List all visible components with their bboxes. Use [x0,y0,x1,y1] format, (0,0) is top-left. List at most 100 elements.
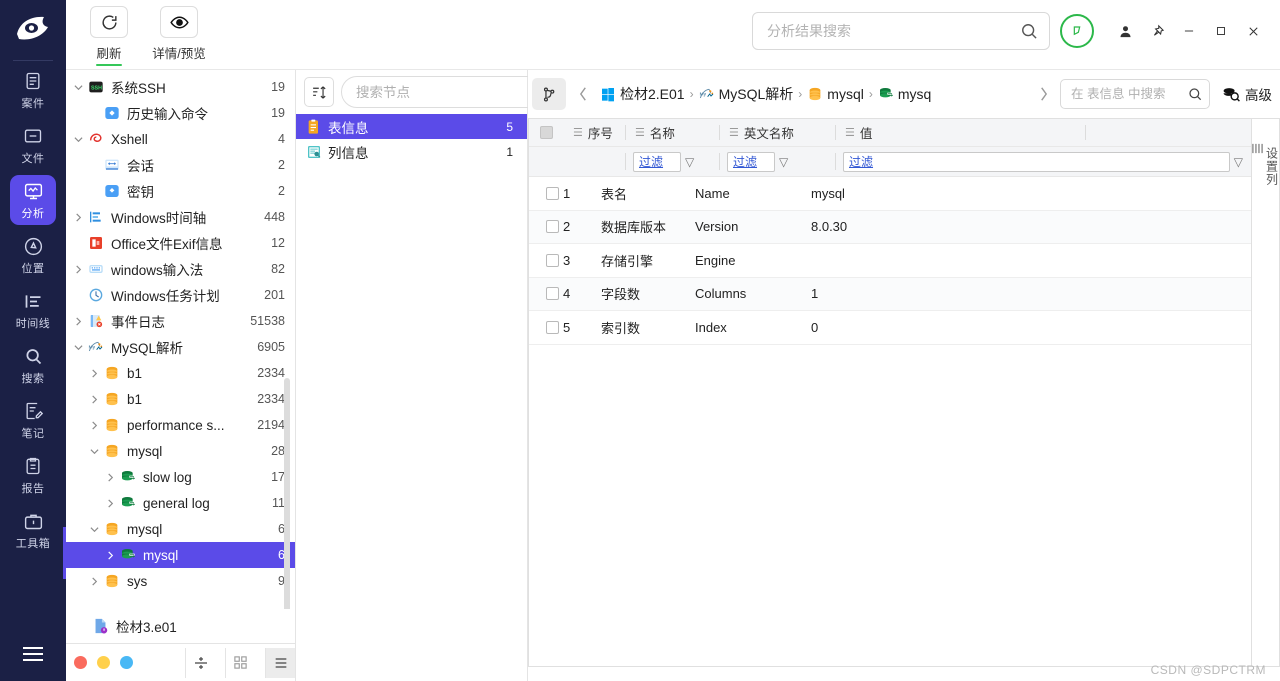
sidebar-item-search[interactable]: 搜索 [10,340,56,390]
search-icon[interactable] [1019,21,1039,41]
funnel-icon[interactable]: ▽ [685,155,694,169]
chevron-right-icon[interactable] [102,472,118,482]
breadcrumb-item[interactable]: mysql [807,86,864,102]
chevron-down-icon[interactable] [70,135,86,144]
col-index-header[interactable]: ☰ 序号 [563,119,625,146]
row-checkbox[interactable] [529,320,563,334]
table-row[interactable]: 3 存储引擎 Engine [529,244,1251,278]
chevron-right-icon[interactable] [70,264,86,274]
tree-node[interactable]: mysql 6 [66,516,295,542]
table-search-box[interactable] [1060,79,1210,109]
analysis-search-input[interactable] [767,23,1019,39]
tree-node[interactable]: b1 2334 [66,386,295,412]
chevron-right-icon[interactable] [86,420,102,430]
funnel-icon[interactable]: ▽ [779,155,788,169]
breadcrumb-item[interactable]: My MySQL解析 [699,84,793,104]
split-view-icon[interactable] [185,647,215,678]
sidebar-item-toolbox[interactable]: 工具箱 [10,505,56,555]
filter-input[interactable]: 过滤 [843,151,1230,172]
chevron-right-icon[interactable] [70,212,86,222]
close-icon[interactable] [1238,16,1268,46]
sidebar-item-notes[interactable]: 笔记 [10,395,56,445]
status-dot-red[interactable] [74,656,87,669]
sidebar-item-case[interactable]: 案件 [10,65,56,115]
bell-circle-icon[interactable] [1060,14,1094,48]
tree-node[interactable]: sys 9 [66,568,295,594]
column-settings-tab[interactable]: 设置列 [1251,118,1280,667]
filter-value-cell[interactable]: 过滤 ▽ [835,147,1251,176]
grid-view-icon[interactable] [225,647,255,678]
row-checkbox[interactable] [529,220,563,234]
tree-node[interactable]: Office文件Exif信息 12 [66,230,295,256]
tree-node[interactable]: Windows时间轴 448 [66,204,295,230]
funnel-icon[interactable]: ▽ [1234,155,1243,169]
table-row[interactable]: 1 表名 Name mysql [529,177,1251,211]
maximize-icon[interactable] [1206,16,1236,46]
tree-node[interactable]: My MySQL解析 6905 [66,334,295,360]
tree-node[interactable]: slow log 17 [66,464,295,490]
hamburger-menu-icon[interactable] [18,641,48,667]
evidence-file-item[interactable]: 检材3.e01 [66,609,295,643]
tree-node[interactable]: 会话 2 [66,152,295,178]
filter-input[interactable]: 过滤 [633,151,681,172]
sidebar-item-analysis[interactable]: 分析 [10,175,56,225]
row-checkbox[interactable] [529,253,563,267]
tree-node[interactable]: b1 2334 [66,360,295,386]
list-item[interactable]: 表信息 5 [296,114,527,139]
row-checkbox[interactable] [529,186,563,200]
table-row[interactable]: 4 字段数 Columns 1 [529,277,1251,311]
chevron-right-icon[interactable] [86,394,102,404]
filter-input[interactable]: 过滤 [727,151,775,172]
col-name-cn-header[interactable]: ☰ 名称 [625,119,719,146]
node-search-input[interactable] [356,84,533,100]
tree-node[interactable]: performance s... 2194 [66,412,295,438]
tree-scrollbar[interactable] [284,378,290,609]
branch-tree-icon[interactable] [532,78,566,110]
chevron-right-icon[interactable] [86,368,102,378]
table-row[interactable]: 2 数据库版本 Version 8.0.30 [529,210,1251,244]
tree-node[interactable]: mysql 28 [66,438,295,464]
sidebar-item-location[interactable]: 位置 [10,230,56,280]
tree-node[interactable]: 历史输入命令 19 [66,100,295,126]
chevron-down-icon[interactable] [70,343,86,352]
sort-icon[interactable] [304,77,334,107]
tree-node[interactable]: general log 11 [66,490,295,516]
status-dot-blue[interactable] [120,656,133,669]
list-view-icon[interactable] [265,647,295,678]
filter-name-cn-cell[interactable]: 过滤 ▽ [625,147,719,176]
search-icon[interactable] [1187,86,1203,102]
tree-node[interactable]: 密钥 2 [66,178,295,204]
breadcrumb-forward-button[interactable] [1030,79,1056,109]
table-search-input[interactable] [1071,87,1187,101]
user-icon[interactable] [1110,16,1140,46]
tree-node[interactable]: SSH 系统SSH 19 [66,74,295,100]
minimize-icon[interactable] [1174,16,1204,46]
chevron-down-icon[interactable] [70,83,86,92]
chevron-right-icon[interactable] [86,576,102,586]
list-item[interactable]: 列信息 1 [296,139,527,164]
col-value-header[interactable]: ☰ 值 [835,119,1085,146]
detail-preview-button[interactable]: 详情/预览 [148,6,210,66]
chevron-right-icon[interactable] [102,550,118,560]
tree-node[interactable]: windows输入法 82 [66,256,295,282]
tree-scroll-area[interactable]: SSH 系统SSH 19 历史输入命令 19 Xshell 4 会话 2 密钥 2 Windows时间… [66,70,295,609]
breadcrumb-item[interactable]: 检材2.E01 [600,84,685,104]
status-dot-yellow[interactable] [97,656,110,669]
refresh-button[interactable]: 刷新 [78,6,140,66]
col-name-en-header[interactable]: ☰ 英文名称 [719,119,835,146]
tree-node[interactable]: Xshell 4 [66,126,295,152]
sidebar-item-timeline[interactable]: 时间线 [10,285,56,335]
chevron-right-icon[interactable] [102,498,118,508]
breadcrumb-back-button[interactable] [570,79,596,109]
sidebar-item-files[interactable]: 文件 [10,120,56,170]
chevron-down-icon[interactable] [86,447,102,456]
tree-node[interactable]: mysql 6 [66,542,295,568]
advanced-search-button[interactable]: 高级 [1214,84,1272,104]
analysis-search-box[interactable] [752,12,1050,50]
filter-name-en-cell[interactable]: 过滤 ▽ [719,147,835,176]
col-extra-header[interactable] [1085,119,1251,146]
tree-node[interactable]: 事件日志 51538 [66,308,295,334]
sidebar-item-report[interactable]: 报告 [10,450,56,500]
tree-node[interactable]: Windows任务计划 201 [66,282,295,308]
row-checkbox[interactable] [529,287,563,301]
